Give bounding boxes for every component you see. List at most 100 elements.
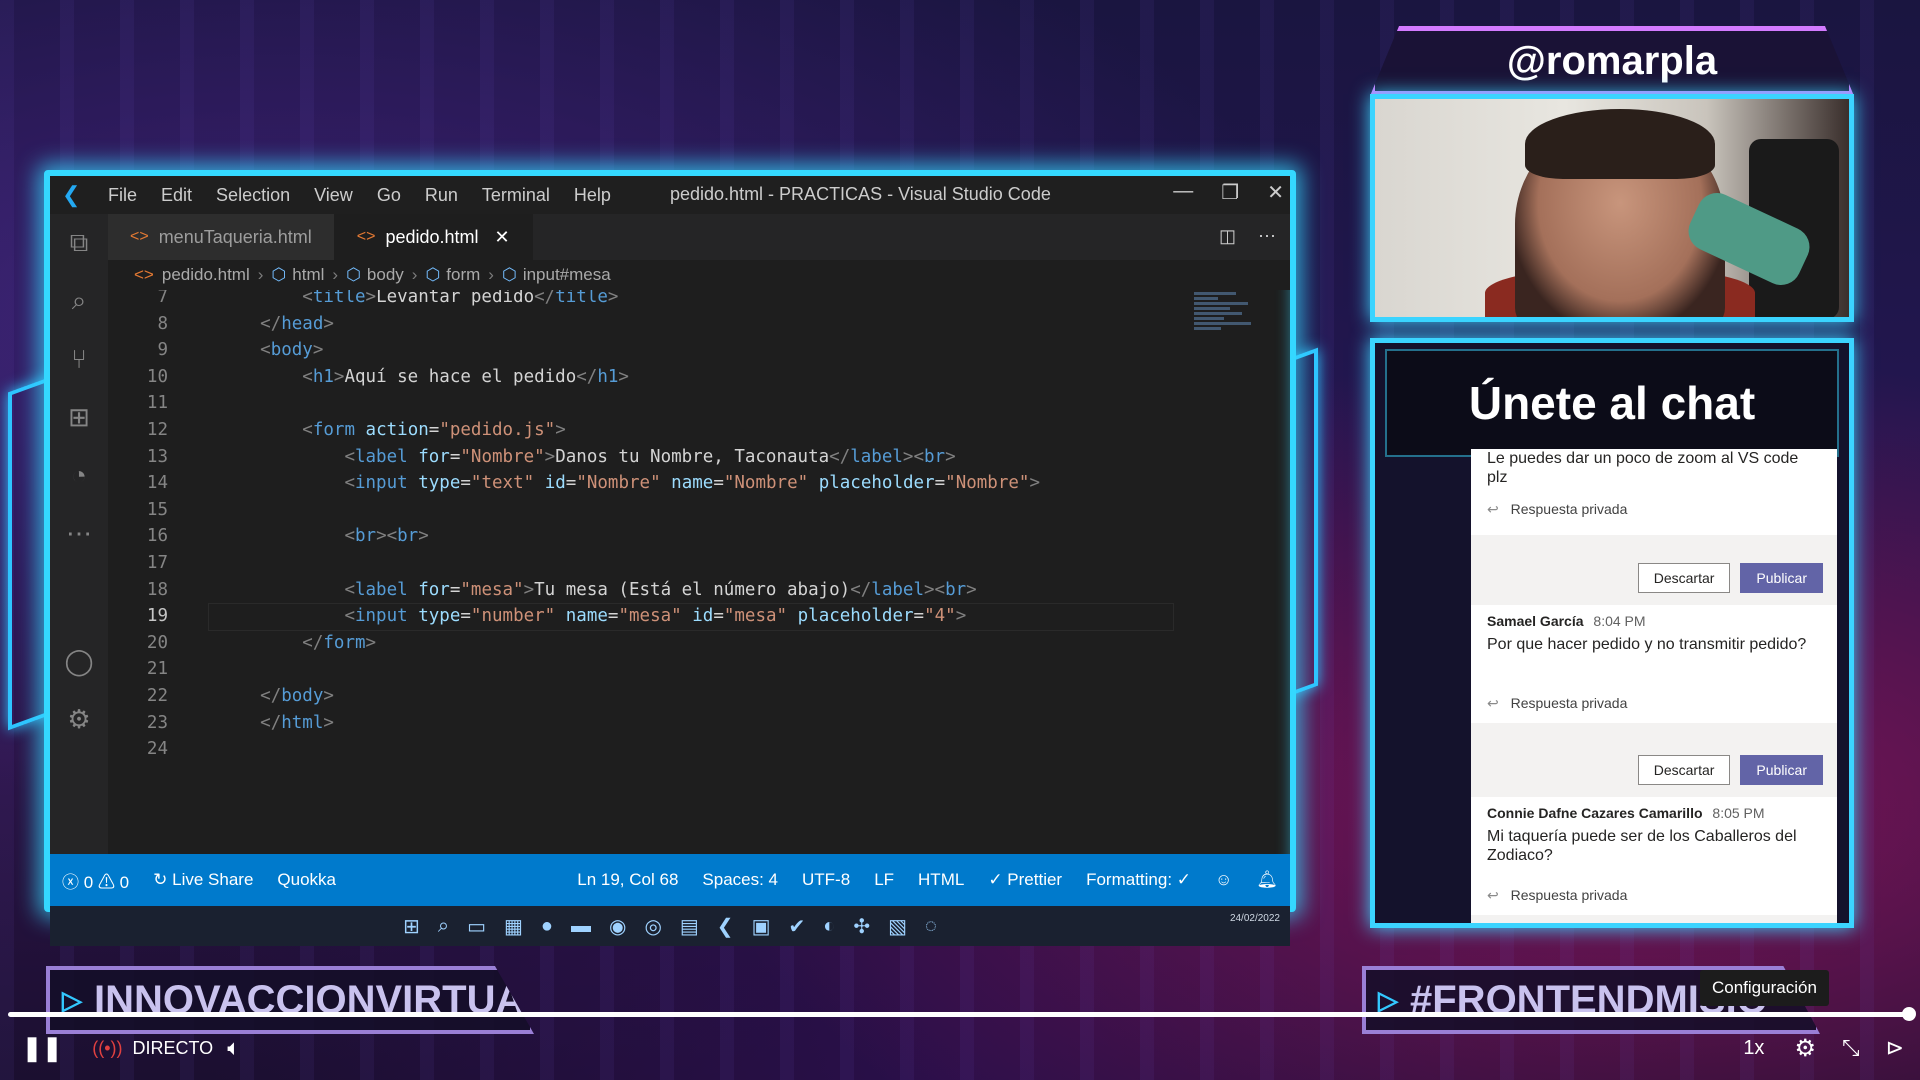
- code-line[interactable]: 17: [108, 550, 168, 576]
- minimize-icon[interactable]: —: [1173, 180, 1193, 205]
- app-icon[interactable]: ◐: [823, 915, 835, 938]
- private-reply-link[interactable]: ↩ Respuesta privada: [1487, 695, 1627, 712]
- tab-pedido[interactable]: <> pedido.html ✕: [334, 214, 533, 260]
- todo-app-icon[interactable]: ✔: [788, 914, 805, 939]
- search-icon[interactable]: ⌕: [50, 272, 108, 330]
- code-line[interactable]: 22 </body>: [108, 683, 334, 709]
- live-label[interactable]: DIRECTO: [133, 1038, 214, 1059]
- widgets-icon[interactable]: ▦: [504, 914, 523, 939]
- menu-item-file[interactable]: File: [108, 185, 137, 206]
- publish-button[interactable]: Publicar: [1740, 563, 1823, 593]
- notes-app-icon[interactable]: ▤: [680, 914, 699, 939]
- menu-item-run[interactable]: Run: [425, 185, 458, 206]
- feedback-icon[interactable]: ☺: [1215, 870, 1232, 890]
- split-editor-icon[interactable]: ◫: [1219, 226, 1236, 247]
- code-line[interactable]: 14 <input type="text" id="Nombre" name="…: [108, 470, 1040, 496]
- explorer-icon[interactable]: ⧉: [50, 214, 108, 272]
- app-icon-2[interactable]: ▧: [888, 914, 907, 939]
- publish-button[interactable]: Publicar: [1740, 755, 1823, 785]
- progress-handle[interactable]: [1902, 1007, 1916, 1021]
- streamer-handle: @romarpla: [1370, 26, 1854, 96]
- private-reply-link[interactable]: ↩ Respuesta privada: [1487, 501, 1627, 518]
- menu-item-view[interactable]: View: [314, 185, 353, 206]
- progress-bar[interactable]: [8, 1007, 1916, 1021]
- quokka-status[interactable]: Quokka: [277, 870, 336, 890]
- discard-button[interactable]: Descartar: [1637, 563, 1731, 593]
- extensions-icon[interactable]: ⊞: [50, 388, 108, 446]
- code-token: Danos tu Nombre, Taconauta: [555, 446, 830, 467]
- error-icon: ⓧ: [62, 872, 79, 892]
- code-line[interactable]: 21: [108, 656, 168, 682]
- code-line[interactable]: 11: [108, 390, 168, 416]
- vscode-taskbar-icon[interactable]: ❮: [717, 914, 734, 939]
- live-share-status[interactable]: ↻ Live Share: [153, 870, 253, 890]
- more-actions-icon[interactable]: ⋯: [1258, 226, 1276, 247]
- breadcrumb-item[interactable]: ⬡ input#mesa: [502, 265, 611, 285]
- code-token: =: [460, 606, 471, 627]
- settings-gear-icon[interactable]: ⚙: [50, 690, 108, 748]
- pause-icon[interactable]: ❚❚: [22, 1034, 62, 1063]
- close-tab-icon[interactable]: ✕: [495, 227, 510, 248]
- menu-item-edit[interactable]: Edit: [161, 185, 192, 206]
- prettier-status[interactable]: ✓ Prettier: [988, 870, 1062, 890]
- breadcrumb-item[interactable]: ⬡ form: [425, 265, 480, 285]
- menu-item-terminal[interactable]: Terminal: [482, 185, 550, 206]
- exit-fullscreen-icon[interactable]: ⤡: [1842, 1035, 1860, 1061]
- code-token: form: [323, 632, 366, 653]
- windows-start-icon[interactable]: ⊞: [403, 914, 420, 939]
- eol-status[interactable]: LF: [874, 870, 894, 890]
- settings-gear-icon[interactable]: ⚙: [1794, 1034, 1816, 1063]
- taskbar-search-icon[interactable]: ⌕: [438, 915, 449, 938]
- file-explorer-icon[interactable]: ▬: [571, 915, 591, 938]
- code-line[interactable]: 8 </head>: [108, 311, 333, 337]
- code-line[interactable]: 7 <title>Levantar pedido</title>: [108, 290, 618, 310]
- live-share-icon[interactable]: ◔: [50, 446, 108, 504]
- app-icon-3[interactable]: ◌: [925, 915, 937, 938]
- code-token: "mesa": [723, 606, 788, 627]
- chat-app-icon[interactable]: ●: [541, 915, 553, 938]
- minimap[interactable]: [1194, 290, 1254, 360]
- cast-icon[interactable]: ⊳: [1886, 1035, 1904, 1061]
- tab-menutaqueria[interactable]: <> menuTaqueria.html: [108, 214, 335, 260]
- more-icon[interactable]: ⋯: [50, 504, 108, 562]
- code-line[interactable]: 24: [108, 736, 168, 762]
- problems-indicator[interactable]: ⓧ 0 ⚠ 0: [62, 868, 129, 893]
- code-line[interactable]: 9 <body>: [108, 337, 323, 363]
- volume-icon[interactable]: 🔈︎: [227, 1035, 240, 1061]
- notifications-bell-icon[interactable]: 🔔︎: [1256, 870, 1278, 890]
- breadcrumb-item[interactable]: <> pedido.html: [134, 265, 250, 285]
- chrome-icon[interactable]: ◉: [609, 914, 626, 939]
- menu-item-go[interactable]: Go: [377, 185, 401, 206]
- code-editor[interactable]: 7 <title>Levantar pedido</title> 8 </head…: [108, 290, 1194, 854]
- account-icon[interactable]: ◯: [50, 632, 108, 690]
- browser-icon[interactable]: ◎: [644, 914, 661, 939]
- warning-icon: ⚠: [97, 872, 115, 892]
- code-line[interactable]: 12 <form action="pedido.js">: [108, 417, 566, 443]
- code-line[interactable]: 20 </form>: [108, 630, 376, 656]
- private-reply-link[interactable]: ↩ Respuesta privada: [1487, 887, 1627, 904]
- code-line[interactable]: 19 <input type="number" name="mesa" id="…: [108, 603, 966, 629]
- language-mode[interactable]: HTML: [918, 870, 964, 890]
- formatting-status[interactable]: Formatting: ✓: [1086, 870, 1191, 890]
- restore-icon[interactable]: ❐: [1221, 180, 1239, 205]
- teams-icon[interactable]: ✣: [853, 914, 870, 939]
- terminal-icon[interactable]: ▣: [752, 914, 771, 939]
- menu-item-help[interactable]: Help: [574, 185, 611, 206]
- code-line[interactable]: 18 <label for="mesa">Tu mesa (Está el nú…: [108, 577, 977, 603]
- code-line[interactable]: 15: [108, 497, 168, 523]
- menu-item-selection[interactable]: Selection: [216, 185, 290, 206]
- code-line[interactable]: 13 <label for="Nombre">Danos tu Nombre, …: [108, 444, 956, 470]
- cursor-position[interactable]: Ln 19, Col 68: [577, 870, 678, 890]
- discard-button[interactable]: Descartar: [1637, 755, 1731, 785]
- breadcrumb-item[interactable]: ⬡ body: [346, 265, 404, 285]
- playback-speed[interactable]: 1x: [1743, 1037, 1764, 1060]
- close-icon[interactable]: ✕: [1267, 180, 1284, 205]
- code-line[interactable]: 16 <br><br>: [108, 523, 429, 549]
- code-line[interactable]: 23 </html>: [108, 710, 334, 736]
- encoding-status[interactable]: UTF-8: [802, 870, 850, 890]
- source-control-icon[interactable]: ⑂: [50, 330, 108, 388]
- indentation-status[interactable]: Spaces: 4: [702, 870, 778, 890]
- breadcrumb-item[interactable]: ⬡ html: [271, 265, 324, 285]
- task-view-icon[interactable]: ▭: [467, 914, 486, 939]
- code-line[interactable]: 10 <h1>Aquí se hace el pedido</h1>: [108, 364, 629, 390]
